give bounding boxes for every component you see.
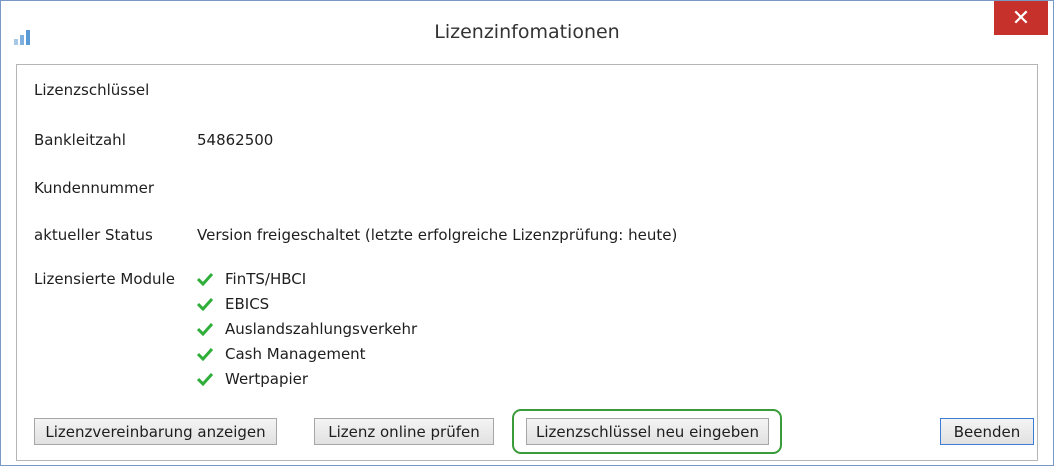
module-item: FinTS/HBCI	[197, 268, 306, 290]
close-icon: ✕	[1011, 5, 1031, 31]
module-label: EBICS	[225, 295, 270, 313]
status-label: aktueller Status	[34, 226, 153, 244]
checkmark-icon	[197, 372, 213, 386]
checkmark-icon	[197, 322, 213, 336]
checkmark-icon	[197, 272, 213, 286]
module-label: FinTS/HBCI	[225, 270, 307, 288]
title-bar: Lizenzinfomationen ✕	[1, 1, 1053, 63]
window-title: Lizenzinfomationen	[434, 21, 620, 43]
bank-code-label: Bankleitzahl	[34, 131, 126, 149]
bank-code-value: 54862500	[197, 131, 274, 149]
module-label: Auslandszahlungsverkehr	[225, 320, 418, 338]
license-dialog: Lizenzinfomationen ✕ Lizenzschlüssel Ban…	[0, 0, 1054, 466]
modules-label: Lizensierte Module	[34, 270, 175, 288]
check-online-button[interactable]: Lizenz online prüfen	[314, 418, 494, 445]
checkmark-icon	[197, 347, 213, 361]
module-item: Cash Management	[197, 343, 366, 365]
status-value: Version freigeschaltet (letzte erfolgrei…	[197, 226, 678, 244]
module-label: Wertpapier	[225, 370, 309, 388]
checkmark-icon	[197, 297, 213, 311]
license-key-label: Lizenzschlüssel	[34, 81, 150, 99]
module-label: Cash Management	[225, 345, 366, 363]
show-agreement-button[interactable]: Lizenzvereinbarung anzeigen	[34, 418, 277, 445]
license-info-panel: Lizenzschlüssel Bankleitzahl 54862500 Ku…	[16, 64, 1038, 461]
module-item: Auslandszahlungsverkehr	[197, 318, 417, 340]
close-button[interactable]: ✕	[994, 1, 1048, 35]
module-item: Wertpapier	[197, 368, 308, 390]
reenter-key-button[interactable]: Lizenzschlüssel neu eingeben	[526, 418, 769, 445]
quit-button[interactable]: Beenden	[940, 418, 1034, 445]
module-item: EBICS	[197, 293, 269, 315]
customer-number-label: Kundennummer	[34, 179, 154, 197]
